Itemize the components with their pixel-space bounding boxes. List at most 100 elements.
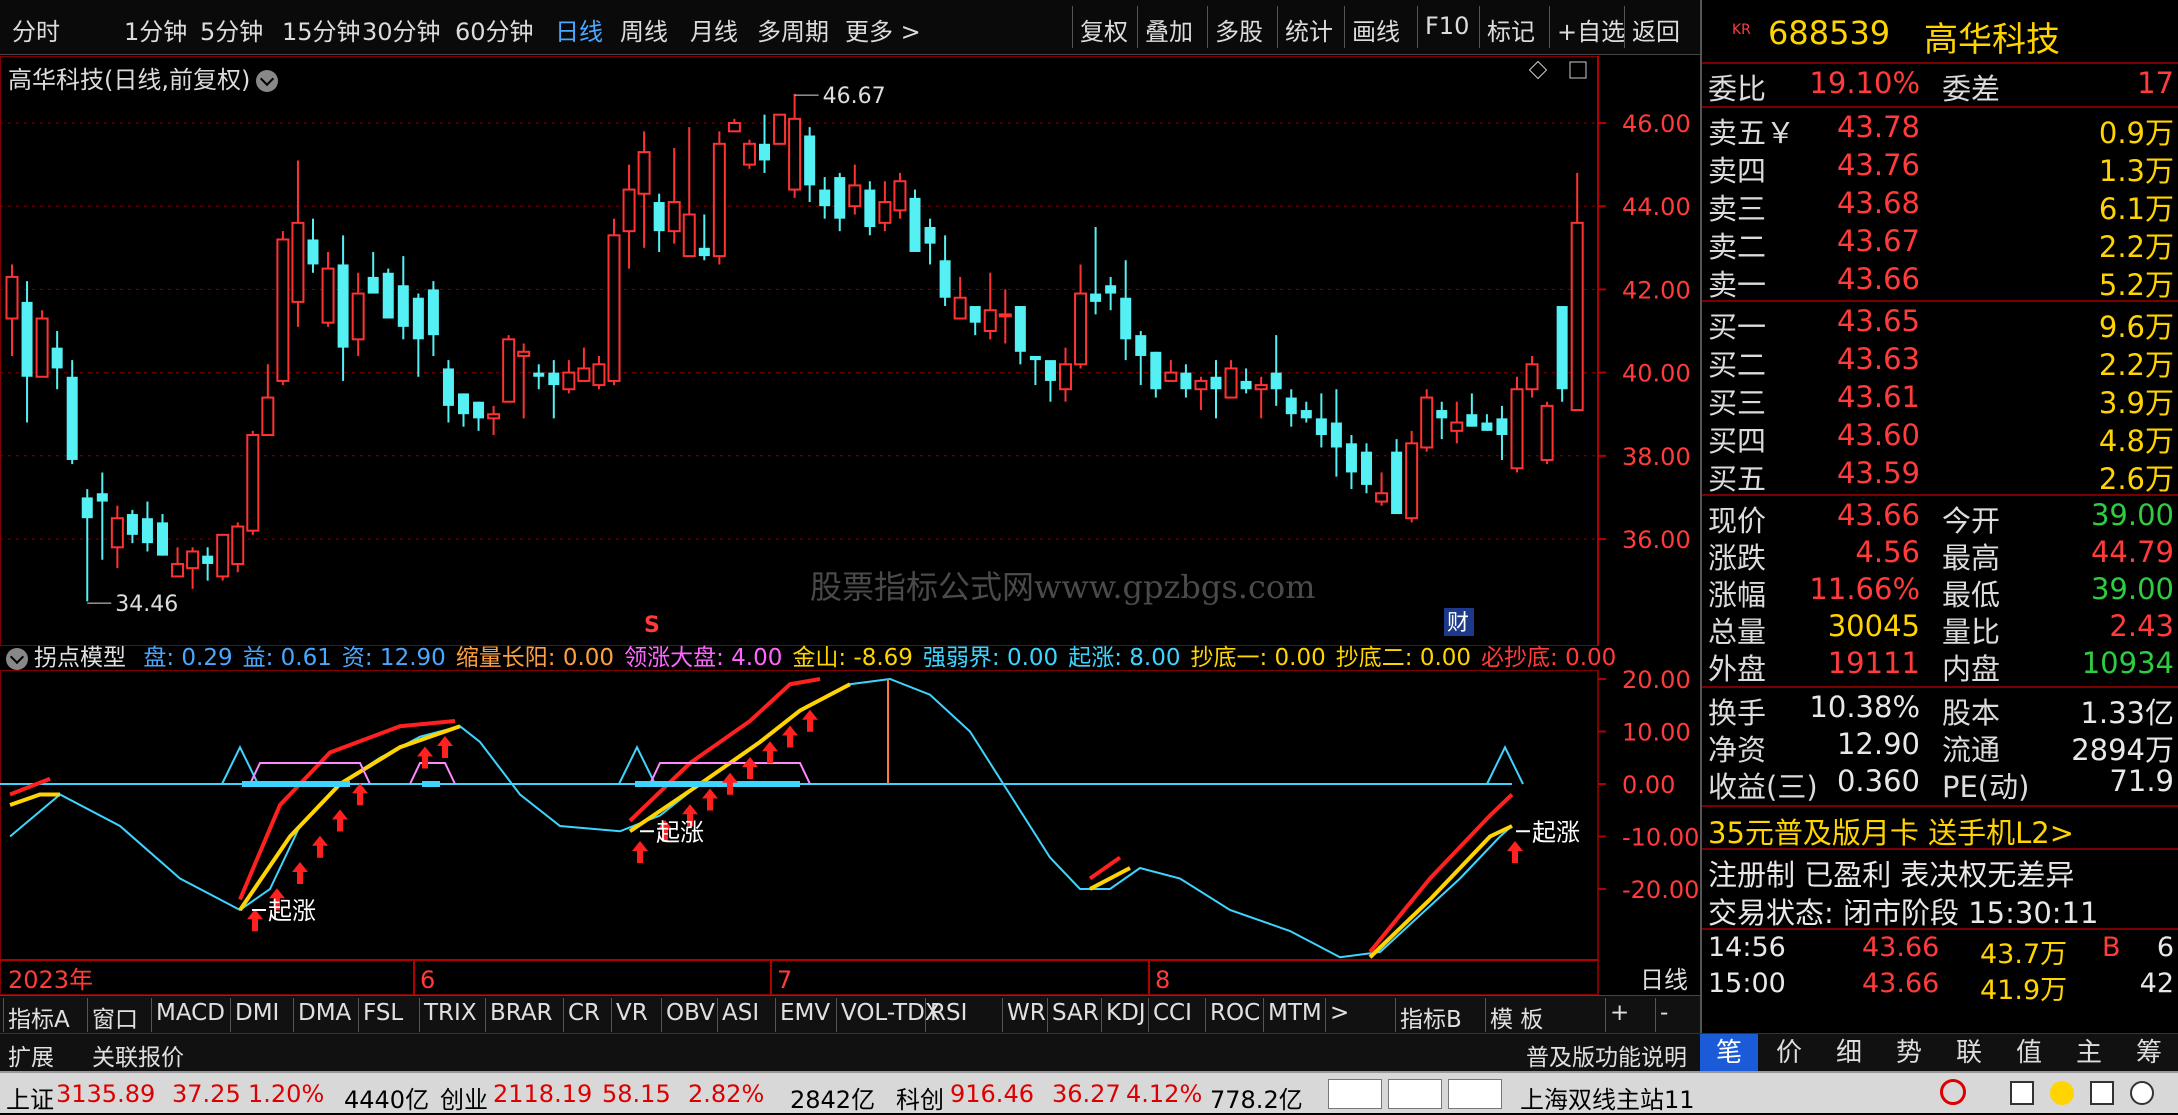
indicator-tab-10[interactable]: OBV — [666, 1000, 715, 1026]
candle-body — [126, 514, 138, 535]
toolbar-action-8[interactable]: 返回 — [1632, 12, 1680, 47]
status-item-0: 上证 — [6, 1086, 54, 1114]
index-sparkline-icon[interactable] — [1448, 1079, 1502, 1109]
s-marker[interactable]: S — [644, 613, 660, 638]
candle-body — [1510, 388, 1524, 470]
buy-arrow-icon — [782, 725, 798, 748]
toolbar-action-2[interactable]: 多股 — [1215, 12, 1263, 47]
indicator-chart[interactable]: 20.0010.000.00-10.00-20.00起涨起涨 起涨2023年 6 7 8… — [0, 670, 1700, 995]
toolbar-action-4[interactable]: 画线 — [1352, 12, 1400, 47]
toolbar-action-7[interactable]: +自选 — [1557, 12, 1625, 47]
toolbar-action-5[interactable]: F10 — [1425, 12, 1469, 40]
candle-body — [998, 313, 1012, 318]
low-label: 34.46 — [115, 592, 178, 617]
period-tab-7[interactable]: 周线 — [620, 12, 668, 47]
divider — [1702, 848, 2178, 850]
help-icon[interactable] — [2050, 1081, 2074, 1105]
quote-tab-0[interactable]: 笔 — [1700, 1034, 1758, 1072]
indicator-tab-19[interactable]: ROC — [1210, 1000, 1260, 1026]
toolbar-action-6[interactable]: 标记 — [1487, 12, 1535, 47]
time-axis-month: 7 — [777, 966, 792, 994]
indicator-param-5: 金山: -8.69 — [792, 645, 913, 671]
quote-tab-2[interactable]: 细 — [1820, 1034, 1878, 1072]
toolbar-action-1[interactable]: 叠加 — [1145, 12, 1193, 47]
indicator-tab-23[interactable]: 模 板 — [1490, 1000, 1543, 1034]
indicator-tab-21[interactable]: > — [1330, 1000, 1349, 1026]
period-tab-4[interactable]: 30分钟 — [362, 12, 441, 47]
indicator-tab-1[interactable]: 窗口 — [92, 1000, 138, 1034]
indicator-main-line — [9, 677, 1513, 959]
maximize-icon[interactable] — [1569, 61, 1587, 79]
candlestick-chart[interactable]: 46.00 44.00 42.00 40.00 38.00 36.00 46.67 34.46… — [0, 56, 1700, 646]
diamond-icon[interactable] — [1528, 60, 1548, 80]
indicator-tab-7[interactable]: BRAR — [490, 1000, 553, 1026]
indicator-tab-20[interactable]: MTM — [1268, 1000, 1322, 1026]
candle-body — [1090, 293, 1102, 302]
related-quote-button[interactable]: 关联报价 — [92, 1038, 184, 1072]
indicator-tab-14[interactable]: RSI — [930, 1000, 967, 1026]
period-tab-8[interactable]: 月线 — [690, 12, 738, 47]
indicator-tab-24[interactable]: + — [1610, 1000, 1629, 1026]
period-tab-9[interactable]: 多周期 — [757, 12, 829, 47]
indicator-tabs: 指标A 窗口 MACD DMI DMA FSL TRIX BRAR CR VR OBV ASI EMV V… — [0, 995, 1700, 1034]
expand-button[interactable]: 扩展 — [8, 1038, 54, 1072]
settings-icon[interactable] — [2130, 1081, 2154, 1105]
indicator-tab-17[interactable]: KDJ — [1106, 1000, 1146, 1026]
indicator-tab-4[interactable]: DMA — [298, 1000, 351, 1026]
tab-separator — [1148, 998, 1149, 1032]
refresh-icon[interactable] — [1940, 1079, 1966, 1105]
status-item-13: 4.12% — [1126, 1080, 1203, 1108]
indicator-tab-22[interactable]: 指标B — [1400, 1000, 1462, 1034]
status-item-7: 58.15 — [602, 1080, 671, 1108]
quote-tab-7[interactable]: 筹 — [2120, 1034, 2178, 1072]
index-sparkline-icon[interactable] — [1328, 1079, 1382, 1109]
yellow-segment-3 — [628, 682, 851, 833]
finance-marker[interactable]: 财 — [1447, 611, 1469, 636]
period-tab-2[interactable]: 5分钟 — [200, 12, 263, 47]
period-tab-5[interactable]: 60分钟 — [455, 12, 534, 47]
index-sparkline-icon[interactable] — [1388, 1079, 1442, 1109]
indicator-tab-3[interactable]: DMI — [235, 1000, 279, 1026]
quote-row-0: 现价 43.66 今开 39.00 — [1702, 498, 2178, 538]
quote-tab-1[interactable]: 价 — [1760, 1034, 1818, 1072]
toolbar-separator — [1549, 6, 1550, 48]
period-tab-10[interactable]: 更多 > — [845, 12, 921, 47]
indicator-settings-icon[interactable] — [6, 647, 28, 670]
indicator-tab-6[interactable]: TRIX — [424, 1000, 477, 1026]
candle-body — [773, 113, 787, 145]
candle-body — [804, 135, 816, 186]
indicator-tab-16[interactable]: SAR — [1052, 1000, 1099, 1026]
indicator-tab-8[interactable]: CR — [568, 1000, 600, 1026]
period-tab-3[interactable]: 15分钟 — [282, 12, 361, 47]
period-tab-1[interactable]: 1分钟 — [124, 12, 187, 47]
indicator-tab-12[interactable]: EMV — [780, 1000, 830, 1026]
indicator-tab-0[interactable]: 指标A — [8, 1000, 70, 1034]
indicator-tab-2[interactable]: MACD — [156, 1000, 225, 1026]
quote-tab-5[interactable]: 值 — [2000, 1034, 2058, 1072]
layout-icon[interactable] — [2090, 1081, 2114, 1105]
quote-tab-4[interactable]: 联 — [1940, 1034, 1998, 1072]
candle-body — [1330, 422, 1342, 448]
quote-tab-3[interactable]: 势 — [1880, 1034, 1938, 1072]
quote-row-4-label2: 内盘 — [1942, 652, 2001, 686]
period-tab-0[interactable]: 分时 — [12, 12, 60, 47]
fundamental-row-1-label: 净资 — [1708, 733, 1767, 767]
candle-body — [186, 550, 200, 570]
indicator-tab-9[interactable]: VR — [616, 1000, 648, 1026]
quote-row-0-value2: 39.00 — [2090, 498, 2174, 532]
indicator-tab-18[interactable]: CCI — [1153, 1000, 1192, 1026]
period-tab-6[interactable]: 日线 — [555, 12, 603, 47]
indicator-tab-25[interactable]: - — [1660, 1000, 1668, 1026]
promo-link[interactable]: 35元普及版月卡 送手机L2> — [1708, 810, 2074, 852]
indicator-tab-15[interactable]: WR — [1007, 1000, 1046, 1026]
indicator-tab-11[interactable]: ASI — [722, 1000, 759, 1026]
toolbar-action-0[interactable]: 复权 — [1080, 12, 1128, 47]
toolbar-action-3[interactable]: 统计 — [1285, 12, 1333, 47]
candle-body — [969, 306, 981, 323]
window-icon[interactable] — [2010, 1081, 2034, 1105]
indicator-tab-5[interactable]: FSL — [363, 1000, 403, 1026]
candle-body — [276, 238, 290, 382]
promo-link[interactable]: 普及版功能说明 — [1526, 1038, 1687, 1072]
quote-tab-6[interactable]: 主 — [2060, 1034, 2118, 1072]
ask-row-2-label: 卖二 — [1708, 230, 1767, 264]
